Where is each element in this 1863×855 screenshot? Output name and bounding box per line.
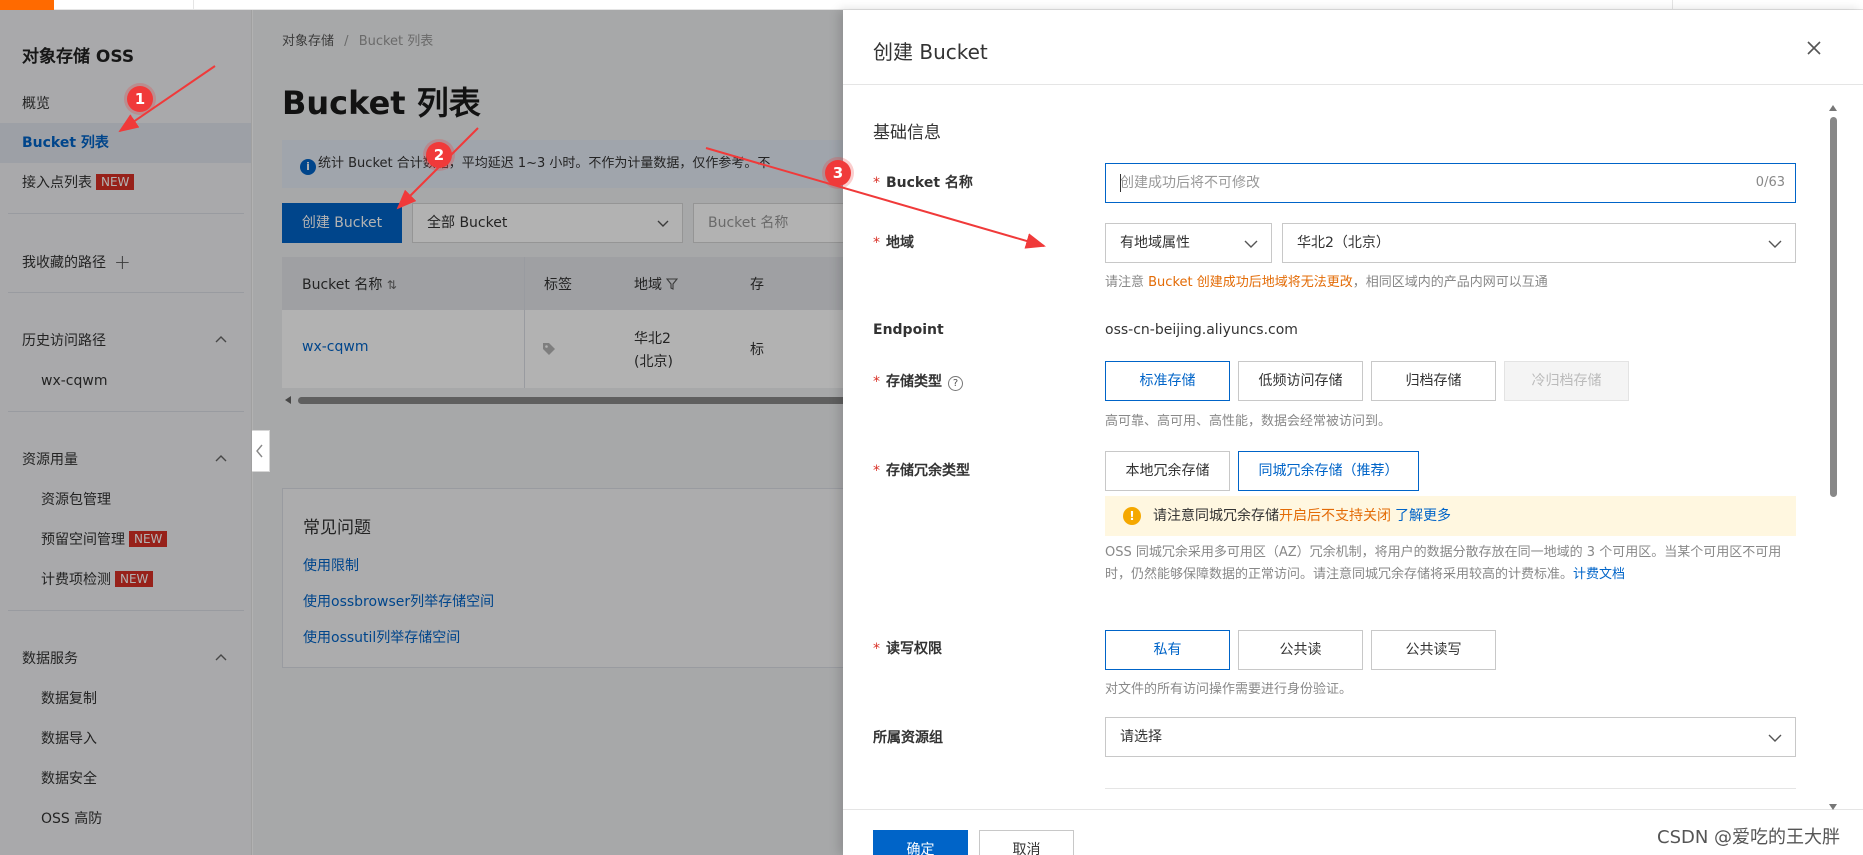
top-bar-divider [1672, 0, 1673, 10]
section-title-basic-info: 基础信息 [873, 123, 941, 143]
label-text: 存储冗余类型 [886, 463, 970, 479]
form-divider [1105, 788, 1796, 789]
bucket-name-placeholder: 创建成功后将不可修改 [1120, 175, 1260, 191]
create-bucket-drawer: 创建 Bucket 基础信息 * Bucket 名称 创建成功后将不可修改 0/6… [843, 10, 1863, 855]
acl-hint: 对文件的所有访问操作需要进行身份验证。 [1105, 682, 1353, 697]
text-caret [1120, 174, 1121, 192]
alert-text: 请注意同城冗余存储 [1153, 508, 1279, 524]
region-label: * 地域 [873, 232, 914, 252]
storage-class-archive[interactable]: 归档存储 [1371, 361, 1496, 401]
required-mark: * [873, 463, 880, 479]
label-text: 读写权限 [886, 641, 942, 657]
chevron-down-icon [1768, 240, 1782, 248]
region-hint: 请注意 Bucket 创建成功后地域将无法更改，相同区域内的产品内网可以互通 [1105, 271, 1548, 290]
top-bar-divider [193, 0, 194, 10]
hint-warning: Bucket 创建成功后地域将无法更改 [1148, 275, 1353, 290]
char-counter: 0/63 [1755, 175, 1785, 190]
resource-group-label: 所属资源组 [873, 730, 943, 746]
learn-more-link[interactable]: 了解更多 [1395, 508, 1451, 524]
redundancy-description: OSS 同城冗余采用多可用区（AZ）冗余机制，将用户的数据分散存放在同一地域的 … [1105, 542, 1796, 586]
storage-class-standard[interactable]: 标准存储 [1105, 361, 1230, 401]
required-mark: * [873, 374, 880, 390]
close-icon[interactable] [1802, 36, 1826, 60]
annotation-marker-2: 2 [426, 142, 452, 168]
description-text: OSS 同城冗余采用多可用区（AZ）冗余机制，将用户的数据分散存放在同一地域的 … [1105, 545, 1782, 582]
annotation-marker-3: 3 [825, 160, 851, 186]
acl-private[interactable]: 私有 [1105, 630, 1230, 670]
resource-group-select[interactable]: 请选择 [1105, 717, 1796, 757]
redundancy-lrs[interactable]: 本地冗余存储 [1105, 451, 1230, 491]
required-mark: * [873, 641, 880, 657]
help-icon[interactable]: ? [948, 376, 963, 391]
vertical-scrollbar[interactable] [1827, 105, 1839, 810]
hint-text: 请注意 [1105, 275, 1149, 290]
chevron-down-icon [1768, 734, 1782, 742]
label-text: Bucket 名称 [886, 175, 973, 191]
acl-public-read[interactable]: 公共读 [1238, 630, 1363, 670]
drawer-footer-divider [843, 809, 1863, 810]
hint-text: ，相同区域内的产品内网可以互通 [1352, 275, 1548, 290]
sidebar-collapse-handle[interactable] [252, 430, 270, 472]
select-value: 有地域属性 [1120, 235, 1190, 251]
bucket-name-input[interactable]: 创建成功后将不可修改 0/63 [1105, 163, 1796, 203]
storage-class-label: * 存储类型? [873, 371, 963, 391]
console-logo[interactable] [0, 0, 54, 10]
drawer-header-divider [843, 84, 1863, 85]
bucket-name-label: * Bucket 名称 [873, 172, 973, 192]
watermark: CSDN @爱吃的王大胖 [1657, 827, 1841, 848]
annotation-marker-1: 1 [127, 86, 153, 112]
required-mark: * [873, 235, 880, 251]
label-text: 存储类型 [886, 374, 942, 390]
redundancy-label: * 存储冗余类型 [873, 460, 970, 480]
chevron-left-icon [256, 444, 263, 458]
billing-doc-link[interactable]: 计费文档 [1573, 567, 1625, 582]
cancel-button[interactable]: 取消 [979, 830, 1074, 855]
acl-public-read-write[interactable]: 公共读写 [1371, 630, 1496, 670]
select-value: 华北2（北京） [1297, 235, 1390, 251]
top-bar [0, 0, 1863, 10]
redundancy-alert: ! 请注意同城冗余存储开启后不支持关闭 了解更多 [1105, 496, 1796, 536]
endpoint-label: Endpoint [873, 322, 944, 338]
region-select[interactable]: 华北2（北京） [1282, 223, 1796, 263]
endpoint-value: oss-cn-beijing.aliyuncs.com [1105, 322, 1298, 338]
region-attribute-select[interactable]: 有地域属性 [1105, 223, 1272, 263]
chevron-down-icon [1244, 240, 1258, 248]
scroll-up-icon[interactable] [1829, 105, 1837, 111]
storage-class-cold-archive: 冷归档存储 [1504, 361, 1629, 401]
select-placeholder: 请选择 [1120, 729, 1162, 745]
label-text: 地域 [886, 235, 914, 251]
required-mark: * [873, 175, 880, 191]
storage-class-ia[interactable]: 低频访问存储 [1238, 361, 1363, 401]
warning-icon: ! [1123, 507, 1141, 525]
storage-class-hint: 高可靠、高可用、高性能，数据会经常被访问到。 [1105, 414, 1392, 429]
redundancy-zrs[interactable]: 同城冗余存储（推荐） [1238, 451, 1419, 491]
scrollbar-thumb[interactable] [1830, 117, 1837, 497]
drawer-title: 创建 Bucket [873, 40, 988, 64]
confirm-button[interactable]: 确定 [873, 830, 968, 855]
acl-label: * 读写权限 [873, 638, 942, 658]
modal-backdrop[interactable] [0, 10, 843, 855]
alert-warning: 开启后不支持关闭 [1279, 508, 1391, 524]
scroll-down-icon[interactable] [1829, 804, 1837, 810]
